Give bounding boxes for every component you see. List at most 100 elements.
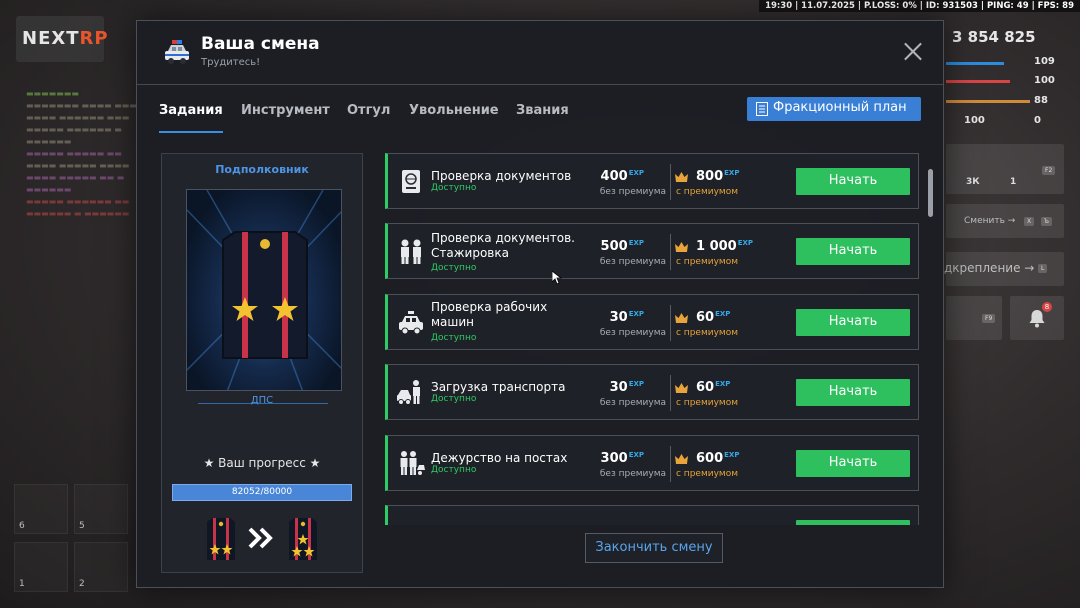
start-task-button[interactable]: Начать	[796, 238, 910, 265]
end-shift-button[interactable]: Закончить смену	[585, 533, 723, 563]
tab-tools[interactable]: Инструмент	[241, 103, 330, 133]
notification-badge: 8	[1042, 302, 1052, 312]
divider	[670, 305, 671, 341]
shift-modal: Ваша смена Трудитесь! Задания Инструмент…	[136, 20, 944, 588]
rank-progress-bar: 82052/80000	[172, 484, 352, 501]
task-premium-exp: 60EXP	[696, 380, 731, 395]
support-hint: дкрепление → L	[944, 252, 1064, 286]
close-button[interactable]	[903, 41, 923, 61]
task-title: Проверка документов	[431, 169, 572, 183]
tab-tasks[interactable]: Задания	[159, 103, 223, 133]
task-status: Доступно	[431, 465, 477, 475]
crown-icon	[675, 313, 688, 323]
radio-hint: F9	[946, 296, 1002, 340]
tab-ranks[interactable]: Звания	[516, 103, 569, 133]
stat-value: 100	[964, 115, 985, 126]
divider	[670, 164, 671, 200]
task-status: Доступно	[431, 263, 477, 273]
rank-insignia-image	[186, 189, 342, 391]
weapon-slot: 2	[74, 542, 128, 592]
task-premium-exp: 60EXP	[696, 310, 731, 325]
switch-hint: Сменить → X Ъ	[946, 204, 1064, 238]
task-premium-caption: с премиумом	[676, 398, 738, 408]
task-base-caption: без премиума	[599, 187, 666, 197]
start-task-button[interactable]: Начать	[796, 309, 910, 336]
task-base-exp: 30EXP	[609, 380, 644, 395]
notifications[interactable]: 8	[1010, 296, 1064, 340]
task-base-caption: без премиума	[599, 469, 666, 479]
chevron-right-icon	[248, 527, 273, 549]
task-title: Загрузка транспорта	[431, 380, 566, 394]
task-title: Проверка рабочих машин	[431, 300, 548, 329]
inventory-quick-box: 3К 1 F2	[946, 144, 1064, 194]
tab-day-off[interactable]: Отгул	[347, 103, 390, 133]
crown-icon	[675, 383, 688, 393]
task-row: Загрузка транспорта Доступно 30EXP без п…	[385, 364, 919, 420]
rank-card: Подполковник ДПС ★ Ваш прогресс ★ 82052/…	[161, 153, 363, 573]
start-task-button[interactable]: Начать	[796, 168, 910, 195]
weapon-slot: 5	[74, 484, 128, 534]
task-base-exp: 500EXP	[600, 239, 644, 254]
crown-icon	[675, 242, 688, 252]
task-row: Проверка документов. Стажировка Доступно…	[385, 223, 919, 279]
task-base-caption: без премиума	[599, 257, 666, 267]
divider	[670, 375, 671, 411]
stat-value: 0	[1034, 115, 1041, 126]
armor-bar	[946, 62, 1004, 65]
rank-department: ДПС	[250, 395, 274, 406]
stat-value: 109	[1034, 56, 1055, 67]
task-status: Доступно	[431, 183, 477, 193]
task-premium-exp: 600EXP	[696, 451, 740, 466]
weapon-slot: 6	[14, 484, 68, 534]
start-task-button[interactable]	[796, 520, 910, 525]
task-list-scrollbar[interactable]	[928, 169, 933, 217]
stat-value: 100	[1034, 75, 1055, 86]
task-status: Доступно	[431, 333, 477, 343]
task-premium-exp: 800EXP	[696, 169, 740, 184]
officers-icon	[401, 239, 421, 264]
task-title: Проверка документов. Стажировка	[431, 231, 575, 260]
logo-text-a: NEXT	[22, 28, 80, 49]
task-premium-caption: с премиумом	[676, 187, 738, 197]
task-base-caption: без премиума	[599, 398, 666, 408]
weapon-slot: 1	[14, 542, 68, 592]
modal-header: Ваша смена Трудитесь!	[137, 21, 943, 85]
current-rank-icon	[207, 518, 235, 560]
faction-plan-label: Фракционный план	[773, 100, 907, 115]
task-base-exp: 300EXP	[600, 451, 644, 466]
task-premium-caption: с премиумом	[676, 328, 738, 338]
hunger-bar	[946, 100, 1030, 103]
logo-text-b: RP	[79, 28, 109, 49]
patrol-post-icon	[400, 451, 425, 475]
task-list: Проверка документов Доступно 400EXP без …	[385, 153, 921, 525]
task-premium-caption: с премиумом	[676, 469, 738, 479]
passport-icon	[402, 170, 420, 193]
tab-dismissal[interactable]: Увольнение	[409, 103, 499, 133]
status-topbar: 19:30 | 11.07.2025 | P.LOSS: 0% | ID: 93…	[759, 0, 1080, 12]
crown-icon	[675, 172, 688, 182]
task-premium-caption: с премиумом	[676, 257, 738, 267]
task-status: Доступно	[431, 394, 477, 404]
task-title: Дежурство на постах	[431, 451, 568, 465]
modal-subtitle: Трудитесь!	[201, 57, 261, 68]
document-icon	[756, 102, 768, 116]
background-chat: ▬▬▬▬▬▬▬ ▬▬▬▬▬▬▬ ▬▬▬▬ ▬▬▬ ▬▬▬▬ ▬▬▬▬▬▬ ▬▬▬…	[26, 89, 137, 218]
start-task-button[interactable]: Начать	[796, 379, 910, 406]
task-premium-exp: 1 000EXP	[696, 239, 754, 254]
rank-progress-text: 82052/80000	[231, 487, 293, 497]
stat-value: 88	[1034, 95, 1048, 106]
crown-icon	[675, 454, 688, 464]
start-task-button[interactable]: Начать	[796, 450, 910, 477]
next-rank-icon	[289, 518, 317, 560]
shoulder-board-icon	[187, 190, 341, 390]
modal-title: Ваша смена	[201, 34, 320, 54]
divider	[670, 234, 671, 270]
server-logo: NEXTRP	[16, 16, 108, 62]
health-bar	[946, 80, 1010, 83]
task-row: Дежурство на постах Доступно 300EXP без …	[385, 435, 919, 491]
faction-plan-button[interactable]: Фракционный план	[747, 97, 921, 121]
tow-truck-icon	[397, 380, 420, 405]
progress-label: ★ Ваш прогресс ★	[203, 456, 321, 470]
mouse-cursor-icon	[552, 271, 562, 285]
task-base-caption: без премиума	[599, 328, 666, 338]
